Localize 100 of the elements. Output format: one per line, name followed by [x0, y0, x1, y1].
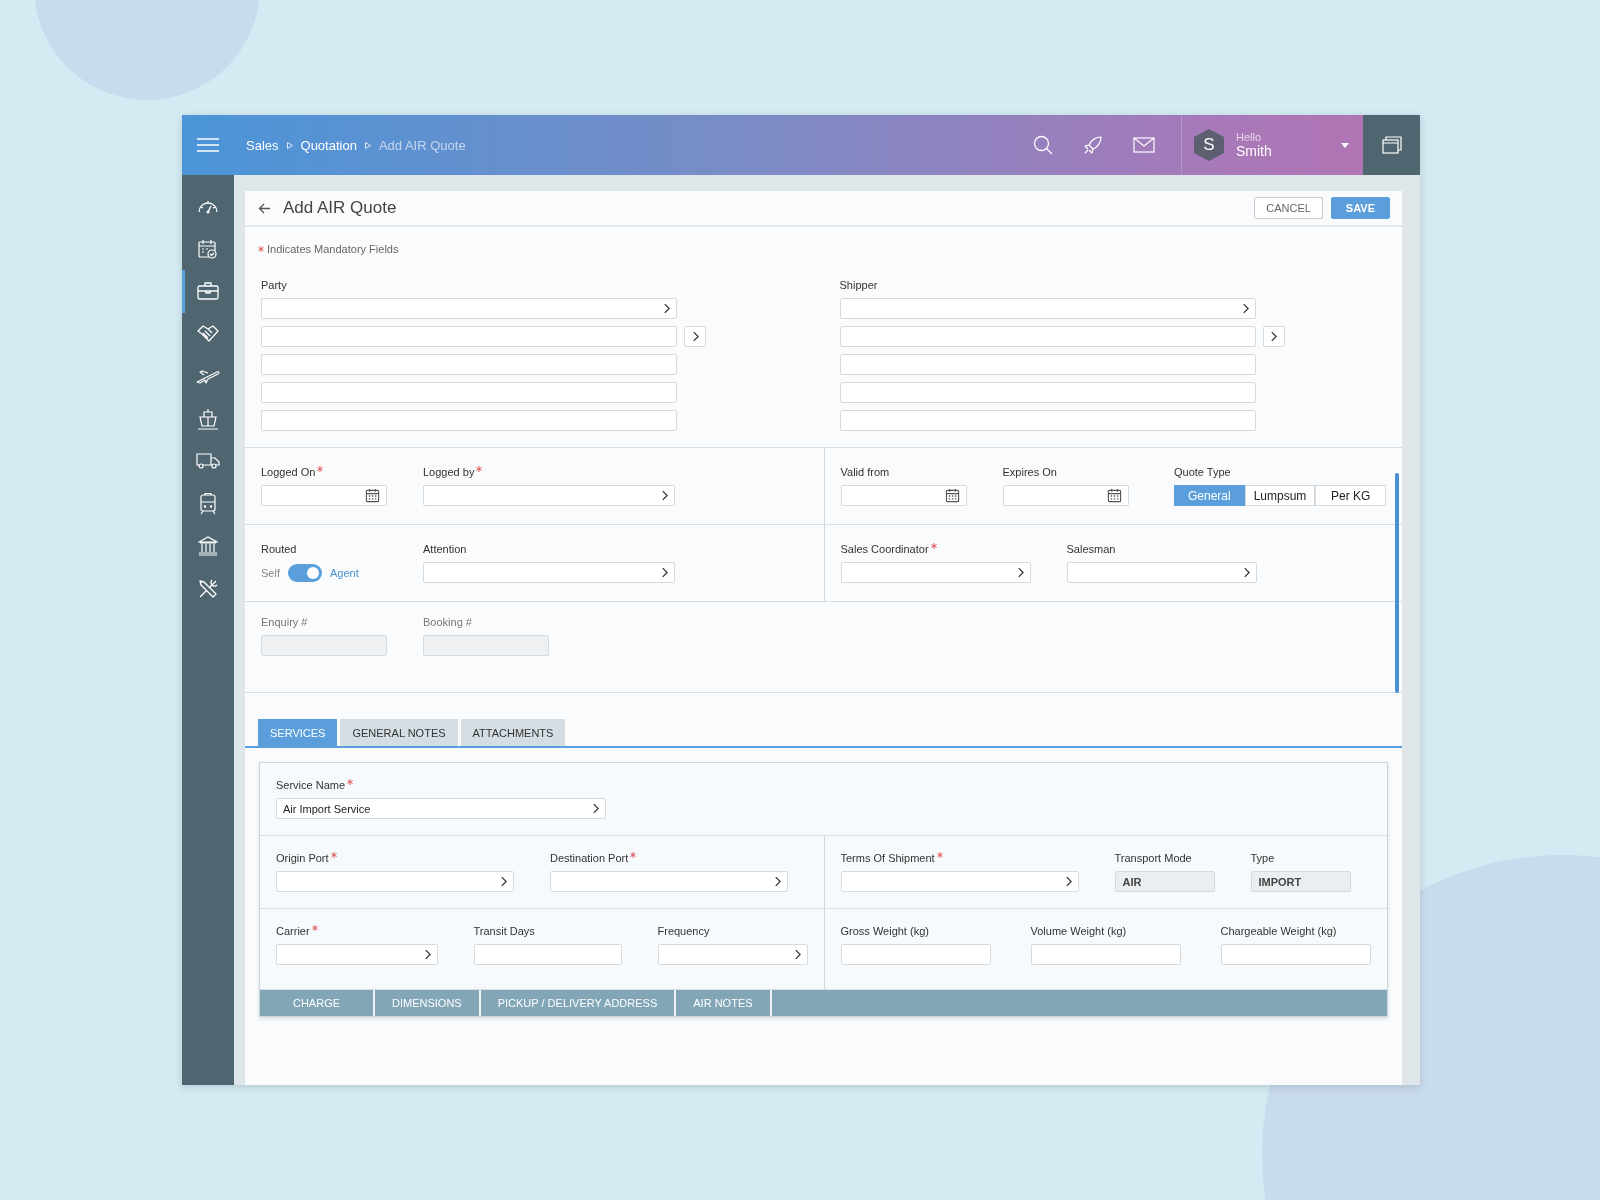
tab[interactable]: GENERAL NOTES — [340, 719, 458, 746]
field-label: Routed — [261, 543, 297, 555]
ship-icon — [197, 407, 219, 430]
search-icon[interactable] — [1033, 135, 1053, 155]
sub-tab[interactable]: AIR NOTES — [676, 990, 772, 1016]
sub-tab[interactable]: DIMENSIONS — [375, 990, 481, 1016]
text-field[interactable] — [261, 410, 677, 431]
chevron-right-icon — [661, 490, 668, 501]
caret-down-icon — [1341, 142, 1349, 148]
field-label: Sales Coordinator — [840, 543, 929, 555]
quote-type-option[interactable]: Lumpsum — [1244, 485, 1316, 506]
sub-tab[interactable]: PICKUP / DELIVERY ADDRESS — [480, 990, 677, 1016]
readonly-field: IMPORT — [1250, 871, 1351, 892]
field-label: Volume Weight (kg) — [1030, 925, 1127, 937]
field-label: Party — [261, 279, 287, 291]
scrollbar[interactable] — [1395, 473, 1399, 693]
greeting-text: Hello — [1236, 131, 1263, 143]
toggle-switch[interactable] — [287, 563, 322, 582]
handshake-icon — [197, 323, 219, 344]
lookup-field[interactable] — [276, 944, 438, 965]
lookup-field[interactable] — [1066, 562, 1257, 583]
lookup-field[interactable] — [840, 562, 1031, 583]
chevron-right-icon — [500, 876, 507, 887]
lookup-field[interactable] — [657, 944, 808, 965]
text-field[interactable] — [1030, 944, 1181, 965]
caret-right-icon — [364, 141, 371, 149]
field-label: Salesman — [1066, 543, 1116, 555]
field-label: Enquiry # — [261, 616, 308, 628]
toggle-label: Self — [261, 566, 280, 579]
chevron-right-icon — [793, 949, 801, 960]
mail-icon[interactable] — [1133, 137, 1155, 153]
field-label: Quote Type — [1174, 466, 1231, 478]
briefcase-icon — [197, 282, 219, 301]
field-label: Chargeable Weight (kg) — [1220, 925, 1337, 937]
lookup-field[interactable] — [840, 871, 1079, 892]
field-label: Logged On — [261, 466, 316, 478]
field-label: Gross Weight (kg) — [840, 925, 929, 937]
breadcrumb-link[interactable]: Quotation — [300, 137, 357, 153]
text-field[interactable] — [839, 410, 1256, 431]
text-field[interactable] — [839, 326, 1256, 347]
open-button[interactable] — [684, 326, 706, 347]
calendar-check-icon — [198, 238, 218, 259]
text-field[interactable] — [261, 326, 677, 347]
field-label: Carrier — [276, 925, 310, 937]
text-field[interactable] — [1220, 944, 1371, 965]
lookup-field[interactable] — [839, 298, 1256, 319]
field-label: Terms Of Shipment — [840, 852, 935, 864]
bank-icon — [198, 536, 218, 557]
text-field[interactable] — [840, 944, 991, 965]
menu-icon[interactable] — [197, 138, 219, 152]
text-field[interactable] — [839, 382, 1256, 403]
chevron-right-icon — [592, 803, 599, 814]
date-field[interactable] — [261, 485, 387, 506]
text-field[interactable] — [261, 382, 677, 403]
chevron-right-icon — [1016, 567, 1024, 578]
text-field[interactable] — [473, 944, 622, 965]
tab[interactable]: ATTACHMENTS — [460, 719, 566, 746]
tab[interactable]: SERVICES — [258, 719, 338, 746]
open-button[interactable] — [1262, 326, 1285, 347]
field-label: Logged by — [423, 466, 475, 478]
chevron-right-icon — [1242, 567, 1250, 578]
toggle-label: Agent — [329, 566, 359, 579]
chevron-right-icon — [1064, 876, 1072, 887]
user-menu[interactable]: S Hello Smith — [1181, 115, 1363, 175]
airplane-icon — [196, 368, 220, 385]
cancel-button[interactable]: CANCEL — [1254, 197, 1323, 219]
date-field[interactable] — [840, 485, 967, 506]
train-icon — [199, 492, 217, 515]
caret-right-icon — [286, 141, 293, 149]
lookup-field[interactable]: Air Import Service — [276, 798, 606, 819]
lookup-field[interactable] — [423, 562, 675, 583]
quote-type-option[interactable]: General — [1174, 485, 1245, 506]
window-button[interactable] — [1363, 115, 1420, 175]
chevron-right-icon — [1270, 331, 1277, 342]
truck-icon — [196, 453, 220, 470]
date-field[interactable] — [1002, 485, 1129, 506]
text-field[interactable] — [261, 354, 677, 375]
field-label: Shipper — [839, 279, 878, 291]
field-label: Expires On — [1002, 466, 1057, 478]
calendar-icon — [365, 488, 380, 503]
lookup-field[interactable] — [423, 485, 675, 506]
breadcrumb-link[interactable]: Sales — [246, 137, 279, 153]
back-arrow-icon[interactable] — [258, 202, 271, 214]
quote-type-option[interactable]: Per KG — [1315, 485, 1386, 506]
save-button[interactable]: SAVE — [1330, 197, 1390, 219]
page-title: Add AIR Quote — [283, 198, 398, 218]
field-label: Service Name — [276, 779, 346, 791]
avatar: S — [1194, 129, 1224, 161]
lookup-field[interactable] — [550, 871, 788, 892]
text-field[interactable] — [839, 354, 1256, 375]
mandatory-note: Indicates Mandatory Fields — [267, 243, 399, 255]
chevron-right-icon — [774, 876, 781, 887]
lookup-field[interactable] — [261, 298, 677, 319]
user-name: Smith — [1236, 143, 1273, 159]
field-label: Type — [1250, 852, 1275, 864]
sub-tab[interactable]: CHARGE — [260, 990, 375, 1016]
breadcrumb-link[interactable]: Add AIR Quote — [378, 137, 466, 153]
chevron-right-icon — [661, 567, 668, 578]
rocket-icon[interactable] — [1083, 135, 1103, 155]
lookup-field[interactable] — [276, 871, 514, 892]
